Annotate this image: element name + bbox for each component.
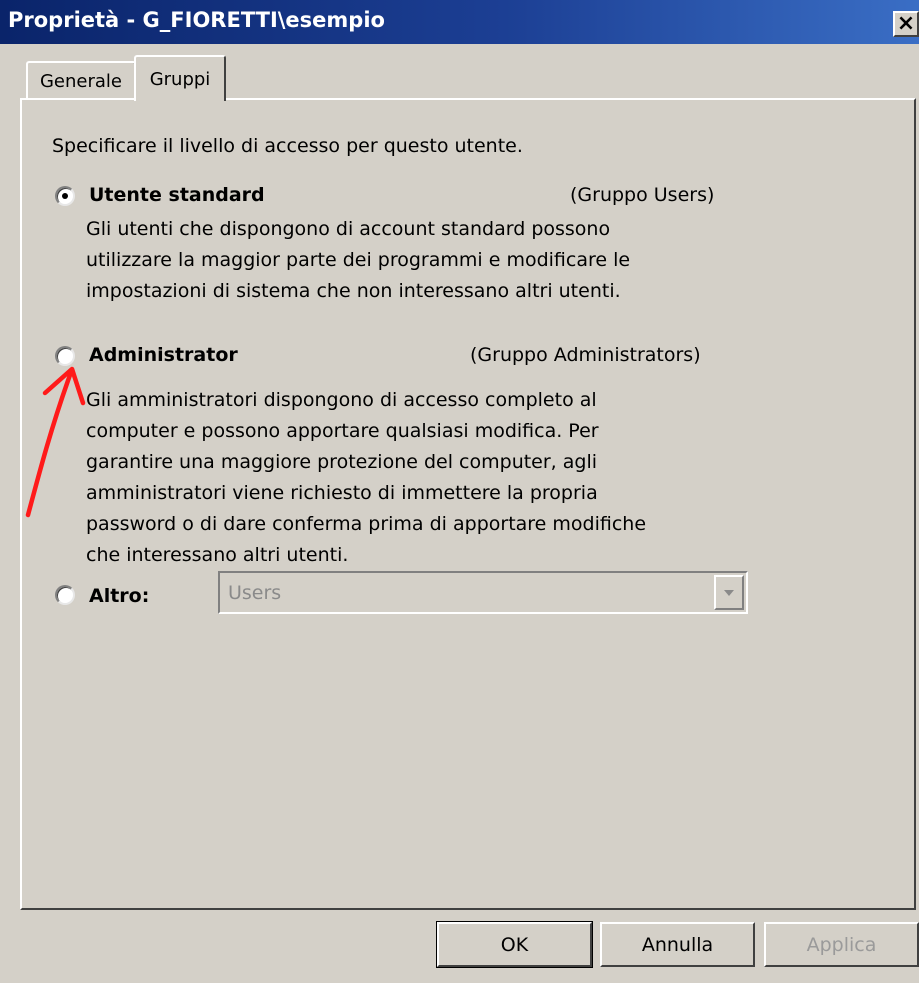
option-administrator-group: (Gruppo Administrators)	[470, 344, 701, 366]
close-icon: ×	[896, 11, 916, 36]
description-line: computer e possono apportare qualsiasi m…	[86, 420, 599, 442]
radio-selected-dot	[62, 193, 68, 199]
description-line: utilizzare la maggior parte dei programm…	[86, 249, 631, 271]
group-dropdown-value: Users	[228, 582, 282, 604]
description-line: Gli utenti che dispongono di account sta…	[86, 218, 611, 240]
description-line: garantire una maggiore protezione del co…	[86, 451, 598, 473]
dropdown-arrow-button[interactable]	[714, 575, 744, 610]
ok-button-label: OK	[500, 933, 529, 956]
cancel-button[interactable]: Annulla	[600, 922, 755, 967]
chevron-down-icon	[724, 589, 734, 596]
radio-altro[interactable]	[55, 585, 75, 605]
ok-button[interactable]: OK	[436, 921, 593, 968]
option-altro-label[interactable]: Altro:	[89, 585, 149, 607]
tab-generale[interactable]: Generale	[26, 61, 136, 100]
description-line: impostazioni di sistema che non interess…	[86, 280, 621, 302]
window-title: Proprietà - G_FIORETTI\esempio	[8, 8, 385, 32]
option-utente-standard-group: (Gruppo Users)	[570, 184, 715, 206]
instruction-text: Specificare il livello di accesso per qu…	[52, 135, 523, 157]
option-utente-standard-description: Gli utenti che dispongono di account sta…	[86, 214, 630, 307]
apply-button[interactable]: Applica	[764, 922, 919, 967]
tab-generale-label: Generale	[39, 71, 122, 92]
option-utente-standard-label[interactable]: Utente standard	[89, 184, 265, 206]
tab-gruppi[interactable]: Gruppi	[134, 55, 226, 101]
radio-administrator[interactable]	[55, 346, 75, 366]
description-line: Gli amministratori dispongono di accesso…	[86, 389, 597, 411]
apply-button-label: Applica	[806, 933, 877, 956]
description-line: amministratori viene richiesto di immett…	[86, 482, 598, 504]
group-dropdown[interactable]: Users	[218, 571, 748, 614]
description-line: che interessano altri utenti.	[86, 544, 349, 566]
option-administrator-label[interactable]: Administrator	[89, 344, 238, 366]
close-button[interactable]: ×	[893, 11, 919, 37]
title-bar: Proprietà - G_FIORETTI\esempio ×	[0, 0, 919, 44]
description-line: password o di dare conferma prima di app…	[86, 513, 647, 535]
tab-panel-gruppi: Specificare il livello di accesso per qu…	[20, 98, 916, 910]
cancel-button-label: Annulla	[641, 933, 714, 956]
option-administrator-description: Gli amministratori dispongono di accesso…	[86, 385, 646, 571]
radio-utente-standard[interactable]	[55, 186, 75, 206]
tab-gruppi-label: Gruppi	[149, 68, 211, 90]
